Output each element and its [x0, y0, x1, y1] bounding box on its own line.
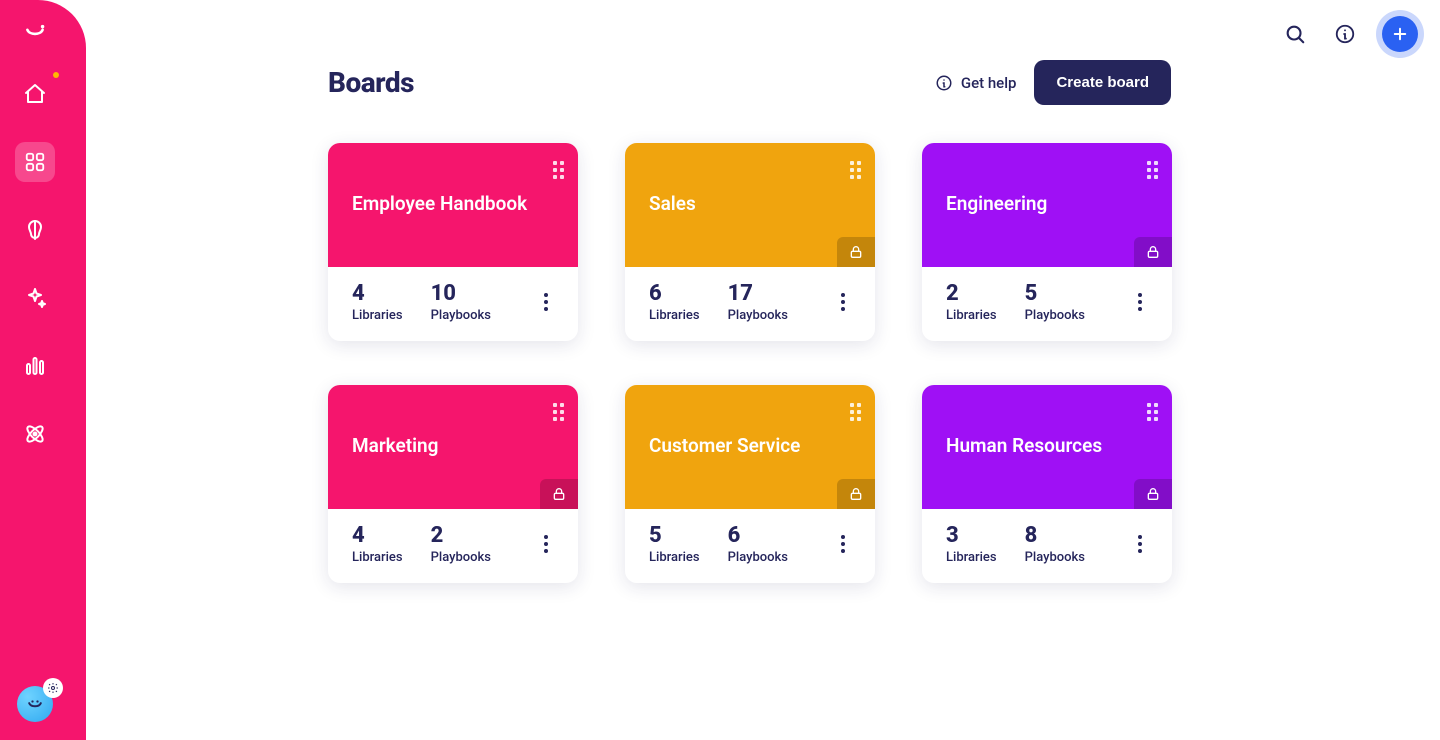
sidebar-item-home[interactable]: [15, 74, 55, 114]
stat-playbooks: 17 Playbooks: [728, 281, 788, 323]
main-content: Boards Get help Create board Employee Ha…: [86, 0, 1440, 740]
stat-playbooks-count: 8: [1025, 523, 1085, 548]
stat-libraries: 6 Libraries: [649, 281, 700, 323]
page-title: Boards: [328, 66, 414, 99]
stat-libraries: 4 Libraries: [352, 523, 403, 565]
board-stats: 5 Libraries 6 Playbooks: [625, 509, 875, 583]
stat-playbooks: 2 Playbooks: [431, 523, 491, 565]
board-stats: 2 Libraries 5 Playbooks: [922, 267, 1172, 341]
lock-icon: [1134, 237, 1172, 267]
board-card[interactable]: Employee Handbook 4 Libraries 10 Playbooks: [328, 143, 578, 341]
get-help-button[interactable]: Get help: [935, 74, 1017, 92]
drag-handle-icon[interactable]: [553, 161, 564, 179]
sidebar: [0, 0, 86, 740]
board-name: Marketing: [352, 435, 554, 458]
stat-libraries-label: Libraries: [649, 550, 700, 565]
stat-libraries: 2 Libraries: [946, 281, 997, 323]
sidebar-item-brain[interactable]: [15, 210, 55, 250]
header-actions: Get help Create board: [935, 60, 1171, 105]
lock-icon: [837, 237, 875, 267]
card-menu-button[interactable]: [835, 529, 851, 559]
stat-playbooks: 8 Playbooks: [1025, 523, 1085, 565]
board-card-header: Human Resources: [922, 385, 1172, 509]
drag-handle-icon[interactable]: [553, 403, 564, 421]
get-help-label: Get help: [961, 74, 1017, 92]
stat-libraries-label: Libraries: [649, 308, 700, 323]
board-stats: 6 Libraries 17 Playbooks: [625, 267, 875, 341]
drag-handle-icon[interactable]: [1147, 161, 1158, 179]
card-menu-button[interactable]: [538, 287, 554, 317]
board-card[interactable]: Customer Service 5 Libraries 6 Playbooks: [625, 385, 875, 583]
stat-playbooks-count: 5: [1025, 281, 1085, 306]
stat-playbooks: 10 Playbooks: [431, 281, 491, 323]
notification-dot-icon: [53, 72, 59, 78]
stat-libraries-count: 3: [946, 523, 997, 548]
stat-playbooks: 5 Playbooks: [1025, 281, 1085, 323]
board-stats: 4 Libraries 10 Playbooks: [328, 267, 578, 341]
board-name: Sales: [649, 193, 851, 216]
lock-icon: [1134, 479, 1172, 509]
board-card-header: Customer Service: [625, 385, 875, 509]
drag-handle-icon[interactable]: [850, 161, 861, 179]
stat-playbooks-label: Playbooks: [431, 550, 491, 565]
card-menu-button[interactable]: [538, 529, 554, 559]
stat-libraries-label: Libraries: [352, 308, 403, 323]
stat-libraries-count: 5: [649, 523, 700, 548]
card-menu-button[interactable]: [1132, 287, 1148, 317]
board-name: Customer Service: [649, 435, 851, 458]
board-name: Employee Handbook: [352, 193, 554, 216]
board-name: Human Resources: [946, 435, 1148, 458]
board-card[interactable]: Marketing 4 Libraries 2 Playbooks: [328, 385, 578, 583]
drag-handle-icon[interactable]: [850, 403, 861, 421]
stat-libraries-label: Libraries: [352, 550, 403, 565]
page-header: Boards Get help Create board: [328, 60, 1171, 105]
sidebar-item-boards[interactable]: [15, 142, 55, 182]
stat-libraries-count: 6: [649, 281, 700, 306]
stat-libraries-count: 4: [352, 281, 403, 306]
sidebar-profile[interactable]: [0, 686, 70, 722]
stat-playbooks-count: 6: [728, 523, 788, 548]
board-card[interactable]: Human Resources 3 Libraries 8 Playbooks: [922, 385, 1172, 583]
stat-libraries-count: 2: [946, 281, 997, 306]
boards-grid: Employee Handbook4Libraries10PlaybooksSa…: [328, 143, 1171, 583]
lock-icon: [540, 479, 578, 509]
info-icon: [935, 74, 953, 92]
card-menu-button[interactable]: [1132, 529, 1148, 559]
stat-playbooks-count: 10: [431, 281, 491, 306]
board-card-header: Marketing: [328, 385, 578, 509]
board-stats: 3 Libraries 8 Playbooks: [922, 509, 1172, 583]
app-logo: [21, 18, 49, 46]
gear-icon: [43, 678, 63, 698]
board-name: Engineering: [946, 193, 1148, 216]
stat-playbooks-count: 2: [431, 523, 491, 548]
stat-libraries-label: Libraries: [946, 550, 997, 565]
stat-playbooks-count: 17: [728, 281, 788, 306]
sidebar-item-atom[interactable]: [15, 414, 55, 454]
stat-playbooks-label: Playbooks: [728, 308, 788, 323]
stat-libraries: 4 Libraries: [352, 281, 403, 323]
stat-libraries: 5 Libraries: [649, 523, 700, 565]
stat-playbooks-label: Playbooks: [1025, 308, 1085, 323]
stat-playbooks: 6 Playbooks: [728, 523, 788, 565]
stat-playbooks-label: Playbooks: [1025, 550, 1085, 565]
lock-icon: [837, 479, 875, 509]
card-menu-button[interactable]: [835, 287, 851, 317]
board-card-header: Engineering: [922, 143, 1172, 267]
sidebar-item-sparkles[interactable]: [15, 278, 55, 318]
stat-playbooks-label: Playbooks: [728, 550, 788, 565]
sidebar-item-analytics[interactable]: [15, 346, 55, 386]
stat-libraries-count: 4: [352, 523, 403, 548]
board-card-header: Employee Handbook: [328, 143, 578, 267]
drag-handle-icon[interactable]: [1147, 403, 1158, 421]
board-stats: 4 Libraries 2 Playbooks: [328, 509, 578, 583]
stat-libraries-label: Libraries: [946, 308, 997, 323]
board-card[interactable]: Engineering 2 Libraries 5 Playbooks: [922, 143, 1172, 341]
stat-libraries: 3 Libraries: [946, 523, 997, 565]
create-board-button[interactable]: Create board: [1034, 60, 1171, 105]
stat-playbooks-label: Playbooks: [431, 308, 491, 323]
board-card-header: Sales: [625, 143, 875, 267]
board-card[interactable]: Sales 6 Libraries 17 Playbooks: [625, 143, 875, 341]
sidebar-nav: [0, 74, 78, 454]
